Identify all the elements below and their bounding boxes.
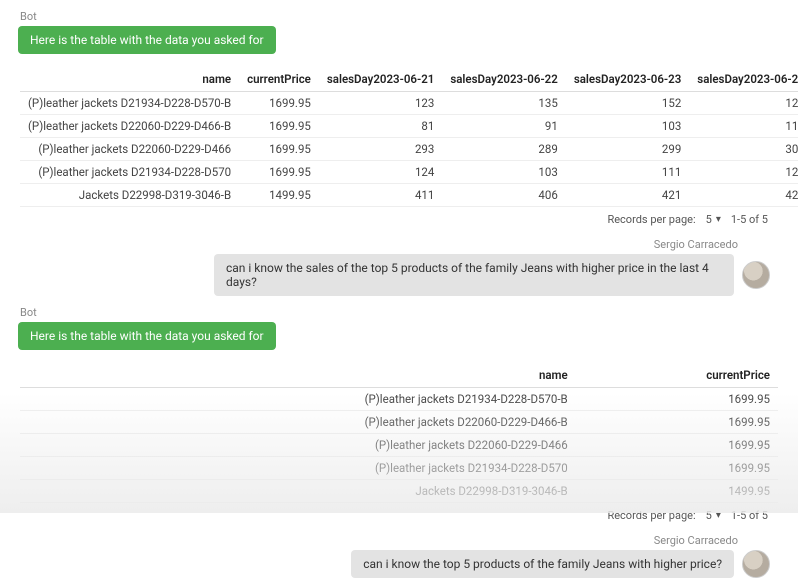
table-row: (P)leather jackets D21934-D228-D5701699.… xyxy=(20,161,798,184)
table-cell: 425 xyxy=(689,184,798,207)
table-cell: 406 xyxy=(442,184,565,207)
avatar xyxy=(742,550,770,578)
table-cell: (P)leather jackets D22060-D229-D466 xyxy=(20,138,239,161)
pagination-bar: Records per page: 5 ▾ 1-5 of 5 xyxy=(20,207,778,234)
table-cell: (P)leather jackets D22060-D229-D466-B xyxy=(20,115,239,138)
table-row: Jackets D22998-D319-3046-B1499.95 xyxy=(20,480,778,503)
user-label: Sergio Carracedo xyxy=(20,534,738,547)
user-message-bubble: can i know the top 5 products of the fam… xyxy=(351,550,734,578)
table-cell: (P)leather jackets D21934-D228-D570-B xyxy=(20,388,576,411)
pagination-bar: Records per page: 5 ▾ 1-5 of 5 xyxy=(20,503,778,530)
table-cell: 1699.95 xyxy=(239,138,319,161)
page-size-value: 5 xyxy=(706,213,712,226)
table-cell: 81 xyxy=(319,115,442,138)
bot-label: Bot xyxy=(20,10,784,23)
table-cell: 289 xyxy=(442,138,565,161)
column-header: currentPrice xyxy=(576,364,778,388)
chevron-down-icon: ▾ xyxy=(716,510,721,521)
table-cell: 301 xyxy=(689,138,798,161)
table-cell: Jackets D22998-D319-3046-B xyxy=(20,480,576,503)
table-cell: 1699.95 xyxy=(239,92,319,115)
table-cell: (P)leather jackets D21934-D228-D570 xyxy=(20,161,239,184)
column-header: name xyxy=(20,364,576,388)
table-cell: 111 xyxy=(566,161,689,184)
table-cell: 121 xyxy=(689,92,798,115)
table-cell: 1699.95 xyxy=(576,388,778,411)
user-label: Sergio Carracedo xyxy=(20,238,738,251)
table-cell: (P)leather jackets D21934-D228-D570 xyxy=(20,457,576,480)
table-cell: 299 xyxy=(566,138,689,161)
page-size-select[interactable]: 5 ▾ xyxy=(706,213,721,226)
table-cell: 123 xyxy=(319,92,442,115)
table-cell: 1699.95 xyxy=(576,457,778,480)
table-row: Jackets D22998-D319-3046-B1499.954114064… xyxy=(20,184,798,207)
bot-message-bubble: Here is the table with the data you aske… xyxy=(18,26,276,54)
data-table-2: namecurrentPrice (P)leather jackets D219… xyxy=(20,364,778,530)
data-table-1: namecurrentPricesalesDay2023-06-21salesD… xyxy=(20,68,778,234)
table-cell: 1699.95 xyxy=(239,115,319,138)
page-size-value: 5 xyxy=(706,509,712,522)
table-cell: 103 xyxy=(442,161,565,184)
chevron-down-icon: ▾ xyxy=(716,214,721,225)
table-cell: 103 xyxy=(566,115,689,138)
table-cell: 421 xyxy=(566,184,689,207)
column-header: salesDay2023-06-24 xyxy=(689,68,798,92)
table-row: (P)leather jackets D22060-D229-D466-B169… xyxy=(20,411,778,434)
table-cell: 127 xyxy=(689,161,798,184)
table-cell: (P)leather jackets D22060-D229-D466-B xyxy=(20,411,576,434)
table-row: (P)leather jackets D22060-D229-D4661699.… xyxy=(20,138,798,161)
table-row: (P)leather jackets D22060-D229-D4661699.… xyxy=(20,434,778,457)
table-cell: 1499.95 xyxy=(576,480,778,503)
column-header: salesDay2023-06-23 xyxy=(566,68,689,92)
table-row: (P)leather jackets D21934-D228-D570-B169… xyxy=(20,92,798,115)
records-per-page-label: Records per page: xyxy=(607,509,695,522)
table-cell: 152 xyxy=(566,92,689,115)
records-per-page-label: Records per page: xyxy=(607,213,695,226)
table-cell: (P)leather jackets D22060-D229-D466 xyxy=(20,434,576,457)
table-row: (P)leather jackets D22060-D229-D466-B169… xyxy=(20,115,798,138)
column-header: currentPrice xyxy=(239,68,319,92)
table-row: (P)leather jackets D21934-D228-D5701699.… xyxy=(20,457,778,480)
table-cell: (P)leather jackets D21934-D228-D570-B xyxy=(20,92,239,115)
table-cell: 1699.95 xyxy=(576,434,778,457)
column-header: salesDay2023-06-22 xyxy=(442,68,565,92)
table-cell: 124 xyxy=(319,161,442,184)
table-cell: 411 xyxy=(319,184,442,207)
column-header: salesDay2023-06-21 xyxy=(319,68,442,92)
table-cell: 91 xyxy=(442,115,565,138)
table-cell: Jackets D22998-D319-3046-B xyxy=(20,184,239,207)
page-range: 1-5 of 5 xyxy=(731,213,768,226)
user-message-bubble: can i know the sales of the top 5 produc… xyxy=(214,254,734,296)
table-cell: 1699.95 xyxy=(576,411,778,434)
table-cell: 293 xyxy=(319,138,442,161)
page-range: 1-5 of 5 xyxy=(731,509,768,522)
table-cell: 1499.95 xyxy=(239,184,319,207)
column-header: name xyxy=(20,68,239,92)
bot-label: Bot xyxy=(20,306,784,319)
bot-message-bubble: Here is the table with the data you aske… xyxy=(18,322,276,350)
table-row: (P)leather jackets D21934-D228-D570-B169… xyxy=(20,388,778,411)
page-size-select[interactable]: 5 ▾ xyxy=(706,509,721,522)
table-cell: 135 xyxy=(442,92,565,115)
avatar xyxy=(742,261,770,289)
table-cell: 1699.95 xyxy=(239,161,319,184)
table-cell: 111 xyxy=(689,115,798,138)
